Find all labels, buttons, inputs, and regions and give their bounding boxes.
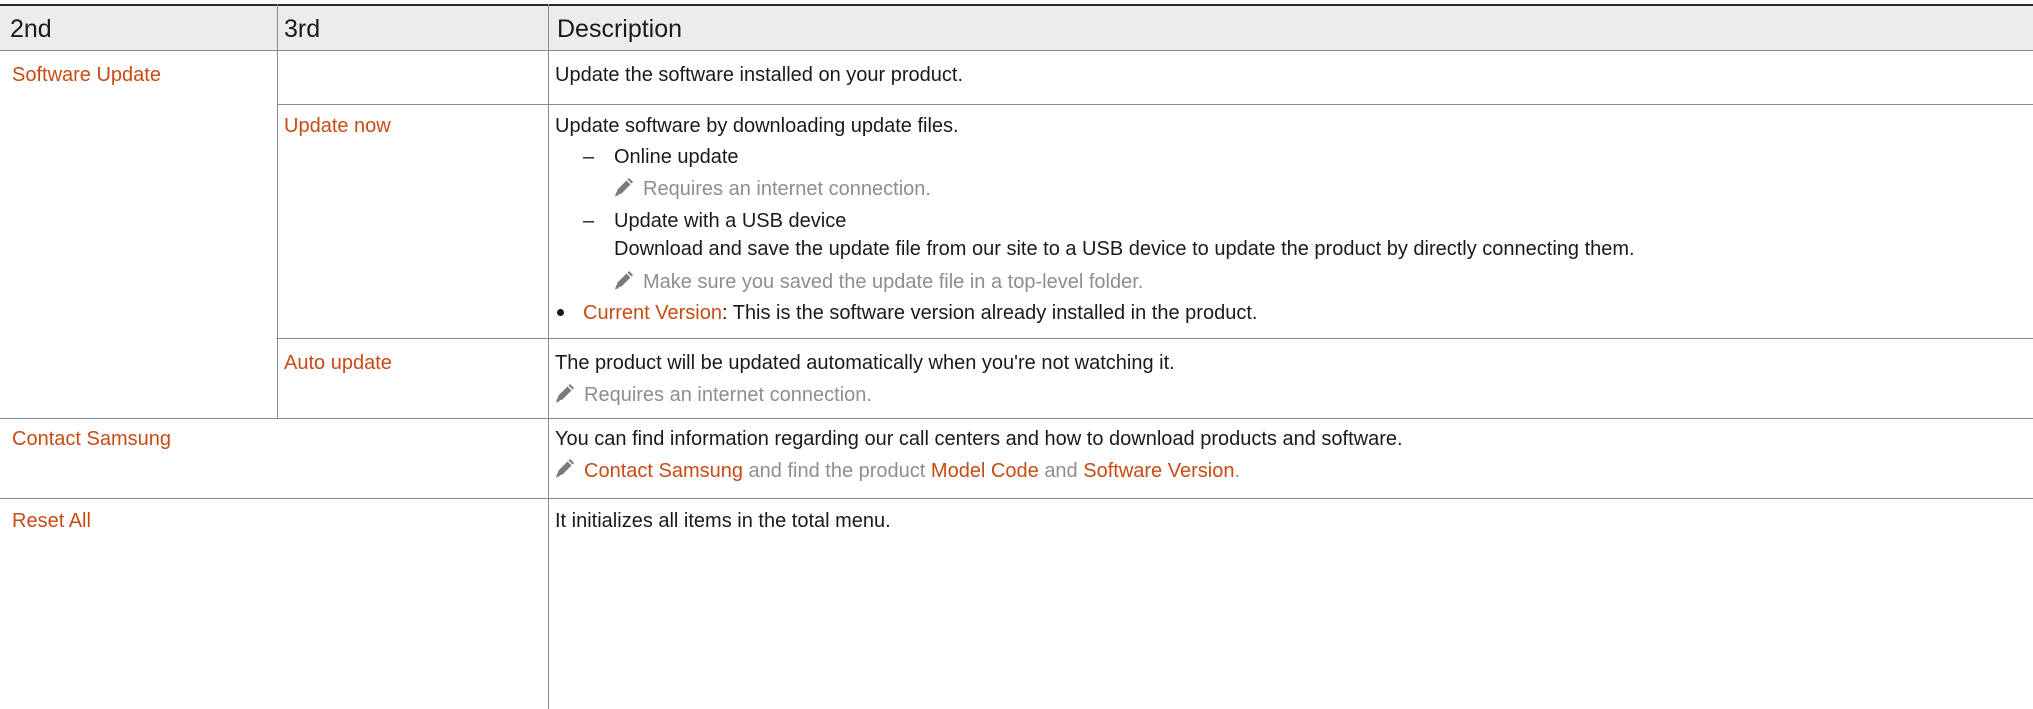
note-text: and find the product <box>748 460 926 482</box>
contact-samsung-description: You can find information regarding our c… <box>555 428 1403 450</box>
menu-item-auto-update[interactable]: Auto update <box>284 353 392 373</box>
update-now-description: Update software by downloading update fi… <box>555 115 959 137</box>
current-version-line: Current Version: This is the software ve… <box>583 303 1257 323</box>
auto-update-description: The product will be updated automaticall… <box>555 352 1175 374</box>
model-code-link[interactable]: Model Code <box>931 460 1039 482</box>
dash-marker: – <box>583 146 595 168</box>
column-divider-3rd-desc <box>548 4 549 709</box>
software-update-description: Update the software installed on your pr… <box>555 64 964 86</box>
dash-marker: – <box>583 210 595 232</box>
note-period: . <box>1234 460 1241 482</box>
usb-update-detail: Download and save the update file from o… <box>614 238 1635 260</box>
menu-item-reset-all[interactable]: Reset All <box>12 511 91 531</box>
note-text: and <box>1044 460 1078 482</box>
reset-all-description: It initializes all items in the total me… <box>555 510 891 532</box>
usb-update-note: Make sure you saved the update file in a… <box>643 271 1144 293</box>
bullet-marker <box>557 309 564 316</box>
contact-samsung-note: Contact Samsung and find the product Mod… <box>584 461 1240 481</box>
row-rule <box>0 418 2033 419</box>
menu-item-software-update[interactable]: Software Update <box>12 65 161 85</box>
pencil-icon <box>615 271 633 290</box>
header-rule <box>0 50 2033 51</box>
header-3rd: 3rd <box>284 15 321 43</box>
pencil-icon <box>556 459 574 478</box>
table-top-rule <box>0 4 2033 6</box>
current-version-text: : This is the software version already i… <box>721 302 1258 324</box>
header-2nd: 2nd <box>10 15 52 43</box>
menu-item-contact-samsung[interactable]: Contact Samsung <box>12 429 171 449</box>
row-rule <box>0 498 2033 499</box>
column-divider-2nd-3rd <box>277 4 278 418</box>
header-description: Description <box>557 15 683 43</box>
online-update-note: Requires an internet connection. <box>643 178 931 200</box>
software-version-link[interactable]: Software Version <box>1083 460 1234 482</box>
current-version-link[interactable]: Current Version <box>583 302 722 324</box>
row-rule <box>277 104 2033 105</box>
menu-item-update-now[interactable]: Update now <box>284 116 391 136</box>
usb-update-option: Update with a USB device <box>614 210 847 232</box>
row-rule <box>277 338 2033 339</box>
pencil-icon <box>615 178 633 197</box>
contact-samsung-link[interactable]: Contact Samsung <box>584 460 743 482</box>
online-update-option: Online update <box>614 146 739 168</box>
pencil-icon <box>556 384 574 403</box>
auto-update-note: Requires an internet connection. <box>584 384 872 406</box>
